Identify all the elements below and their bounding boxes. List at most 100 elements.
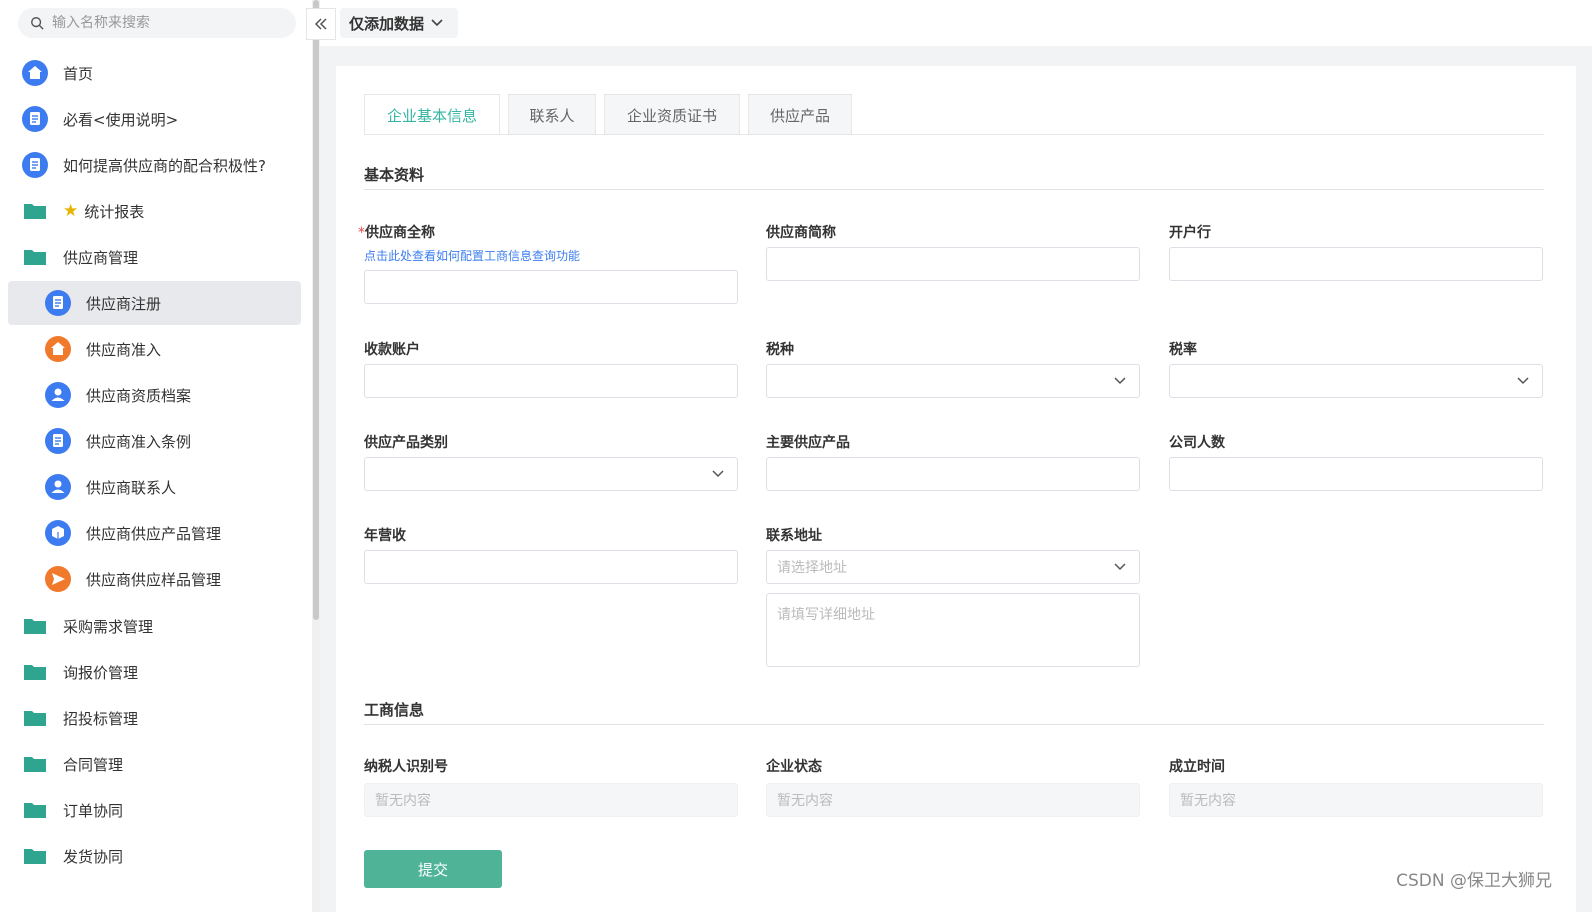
revenue-input[interactable] <box>364 550 738 584</box>
search-icon <box>31 17 44 30</box>
doc-icon <box>21 151 49 179</box>
tab-company-basic[interactable]: 企业基本信息 <box>364 94 500 135</box>
main-product-label: 主要供应产品 <box>766 435 850 451</box>
sidebar-item-label: 询报价管理 <box>63 663 139 682</box>
founded-label: 成立时间 <box>1169 759 1225 775</box>
required-mark: * <box>358 225 365 241</box>
sidebar-item[interactable]: 供应商管理 <box>8 235 301 279</box>
employees-label: 公司人数 <box>1169 435 1225 451</box>
chevron-down-icon <box>1114 563 1126 571</box>
submit-button[interactable]: 提交 <box>364 850 502 888</box>
sidebar-item[interactable]: 订单协同 <box>8 788 301 832</box>
status-label: 企业状态 <box>766 759 822 775</box>
section-title-business: 工商信息 <box>364 701 425 719</box>
send-icon <box>44 565 72 593</box>
employees-input[interactable] <box>1169 457 1543 491</box>
section-divider <box>364 724 1544 725</box>
sidebar-item-label: 发货协同 <box>63 847 124 866</box>
user-icon <box>44 381 72 409</box>
sidebar-item[interactable]: 供应商供应样品管理 <box>8 557 301 601</box>
sidebar-item-label: 首页 <box>63 64 94 83</box>
folder-icon <box>21 704 49 732</box>
folder-icon <box>21 197 49 225</box>
tax-type-label: 税种 <box>766 342 794 358</box>
section-divider <box>364 189 1544 190</box>
user-icon <box>44 473 72 501</box>
config-help-link[interactable]: 点击此处查看如何配置工商信息查询功能 <box>364 247 580 264</box>
sidebar-item[interactable]: 必看<使用说明> <box>8 97 301 141</box>
sidebar-item[interactable]: 供应商准入条例 <box>8 419 301 463</box>
full-name-label: *供应商全称 <box>358 222 435 242</box>
sidebar-item[interactable]: 合同管理 <box>8 742 301 786</box>
tax-id-value: 暂无内容 <box>364 783 738 817</box>
revenue-label: 年营收 <box>364 528 406 544</box>
tax-type-select[interactable] <box>766 364 1140 398</box>
address-select-placeholder: 请选择地址 <box>777 560 847 576</box>
sidebar-item-label: 统计报表 <box>84 202 145 221</box>
tab-certificates[interactable]: 企业资质证书 <box>604 94 740 135</box>
mode-dropdown-label: 仅添加数据 <box>349 14 425 33</box>
folder-icon <box>21 658 49 686</box>
sidebar-item-label: 订单协同 <box>63 801 124 820</box>
sidebar-item-label: 供应商供应样品管理 <box>86 570 222 589</box>
box-icon <box>44 519 72 547</box>
double-chevron-left-icon <box>314 18 327 30</box>
search-box[interactable] <box>18 8 296 38</box>
sidebar-item-label: 供应商资质档案 <box>86 386 192 405</box>
tax-rate-label: 税率 <box>1169 342 1197 358</box>
product-category-label: 供应产品类别 <box>364 435 448 451</box>
tax-id-empty: 暂无内容 <box>375 793 431 809</box>
sidebar-item[interactable]: ★ 统计报表 <box>8 189 301 233</box>
address-select[interactable]: 请选择地址 <box>766 550 1140 584</box>
sidebar-item-label: 必看<使用说明> <box>63 110 179 129</box>
search-input[interactable] <box>50 14 274 32</box>
sidebar-item[interactable]: 供应商准入 <box>8 327 301 371</box>
sidebar-item[interactable]: 供应商资质档案 <box>8 373 301 417</box>
account-input[interactable] <box>364 364 738 398</box>
short-name-input[interactable] <box>766 247 1140 281</box>
full-name-input[interactable] <box>364 270 738 304</box>
address-detail-textarea[interactable]: 请填写详细地址 <box>766 593 1140 667</box>
sidebar-item-label: 供应商管理 <box>63 248 139 267</box>
sidebar-item[interactable]: 如何提高供应商的配合积极性? <box>8 143 301 187</box>
bank-label: 开户行 <box>1169 225 1211 241</box>
sidebar-item-label: 合同管理 <box>63 755 124 774</box>
sidebar-item[interactable]: 首页 <box>8 51 301 95</box>
sidebar-item-label: 采购需求管理 <box>63 617 154 636</box>
folder-icon <box>21 612 49 640</box>
tab-divider <box>364 134 1544 135</box>
collapse-sidebar-button[interactable] <box>306 8 336 40</box>
sidebar-item[interactable]: 招投标管理 <box>8 696 301 740</box>
sidebar-item[interactable]: 供应商注册 <box>8 281 301 325</box>
sidebar-item-label: 供应商准入 <box>86 340 162 359</box>
sidebar: 首页必看<使用说明> 如何提高供应商的配合积极性? ★ 统计报表供应商管理供应商注册供… <box>0 0 312 912</box>
tab-contacts[interactable]: 联系人 <box>508 94 596 135</box>
tax-rate-select[interactable] <box>1169 364 1543 398</box>
tax-id-label: 纳税人识别号 <box>364 759 448 775</box>
sidebar-item[interactable]: 询报价管理 <box>8 650 301 694</box>
short-name-label: 供应商简称 <box>766 225 836 241</box>
bank-input[interactable] <box>1169 247 1543 281</box>
sidebar-item-label: 如何提高供应商的配合积极性? <box>63 156 266 175</box>
product-category-select[interactable] <box>364 457 738 491</box>
mode-dropdown[interactable]: 仅添加数据 <box>340 8 458 38</box>
section-title-basic: 基本资料 <box>364 166 425 184</box>
address-label: 联系地址 <box>766 528 822 544</box>
sidebar-item[interactable]: 采购需求管理 <box>8 604 301 648</box>
status-value: 暂无内容 <box>766 783 1140 817</box>
home-icon <box>44 335 72 363</box>
full-name-label-text: 供应商全称 <box>365 225 435 241</box>
tab-products[interactable]: 供应产品 <box>748 94 852 135</box>
doc-icon <box>44 289 72 317</box>
sidebar-item[interactable]: 供应商联系人 <box>8 465 301 509</box>
sidebar-item-label: 供应商联系人 <box>86 478 177 497</box>
sidebar-item[interactable]: 发货协同 <box>8 834 301 878</box>
chevron-down-icon <box>1114 377 1126 385</box>
sidebar-item-label: 供应商注册 <box>86 294 162 313</box>
sidebar-item[interactable]: 供应商供应产品管理 <box>8 511 301 555</box>
folder-icon <box>21 842 49 870</box>
star-icon: ★ <box>63 201 79 221</box>
chevron-down-icon <box>431 19 443 27</box>
sidebar-scrollbar-thumb[interactable] <box>313 0 319 620</box>
main-product-input[interactable] <box>766 457 1140 491</box>
